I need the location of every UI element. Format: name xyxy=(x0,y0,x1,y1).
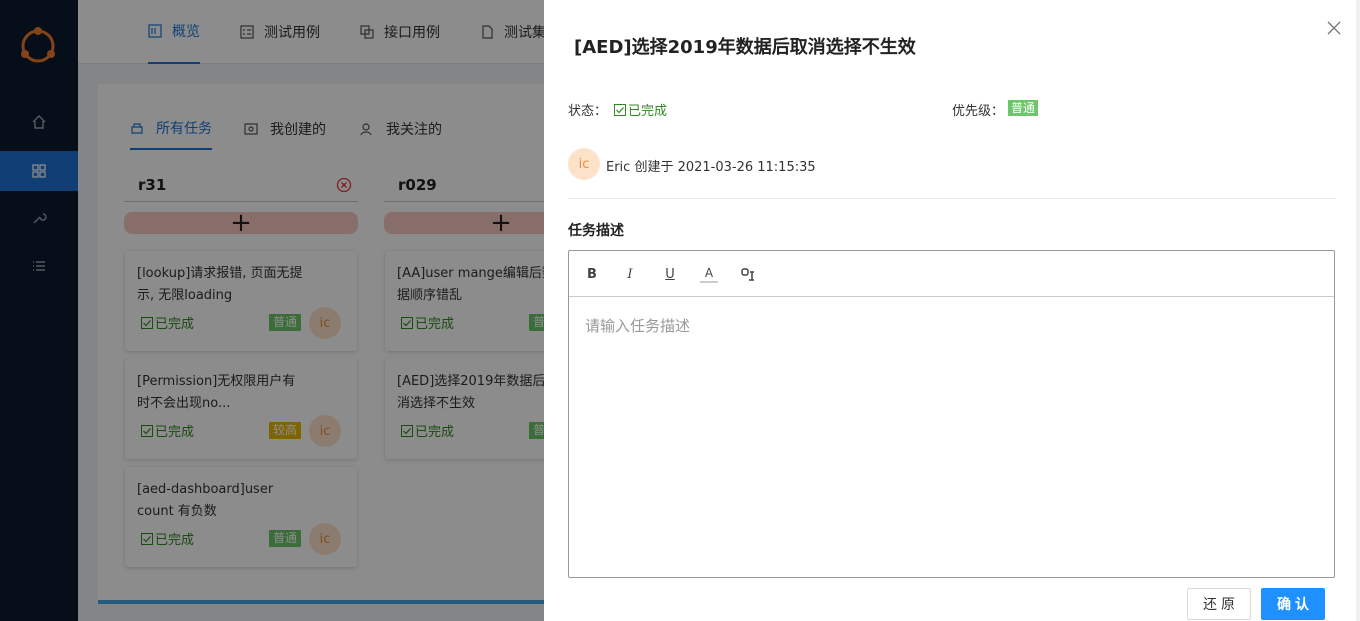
reset-button[interactable]: 还原 xyxy=(1187,588,1251,620)
status-value[interactable]: 已完成 xyxy=(614,100,667,119)
divider xyxy=(568,198,1336,199)
clear-format-button[interactable] xyxy=(739,265,757,283)
close-icon[interactable] xyxy=(1326,20,1342,36)
bold-button[interactable]: B xyxy=(583,265,601,283)
clear-format-icon xyxy=(741,268,754,281)
editor-toolbar: B I U A xyxy=(569,251,1334,297)
description-editor: B I U A 请输入任务描述 xyxy=(568,250,1335,578)
confirm-button[interactable]: 确认 xyxy=(1261,588,1325,620)
drawer-scrollbar[interactable] xyxy=(1356,0,1360,621)
status-label: 状态： xyxy=(568,104,608,119)
checkbox-icon xyxy=(614,103,626,116)
description-label: 任务描述 xyxy=(568,223,624,239)
drawer-title: [AED]选择2019年数据后取消选择不生效 xyxy=(574,37,916,58)
font-color-button[interactable]: A xyxy=(700,265,718,283)
italic-button[interactable]: I xyxy=(621,265,639,283)
task-detail-drawer: [AED]选择2019年数据后取消选择不生效 状态： 已完成 优先级： 普通 i… xyxy=(544,0,1360,621)
priority-badge[interactable]: 普通 xyxy=(1008,100,1039,116)
underline-button[interactable]: U xyxy=(661,265,679,283)
creator-info: Eric 创建于 2021-03-26 11:15:35 xyxy=(606,160,816,175)
avatar: ic xyxy=(568,148,600,180)
description-input[interactable]: 请输入任务描述 xyxy=(585,315,690,336)
priority-label: 优先级： xyxy=(952,104,1005,119)
status-text: 已完成 xyxy=(628,104,668,119)
